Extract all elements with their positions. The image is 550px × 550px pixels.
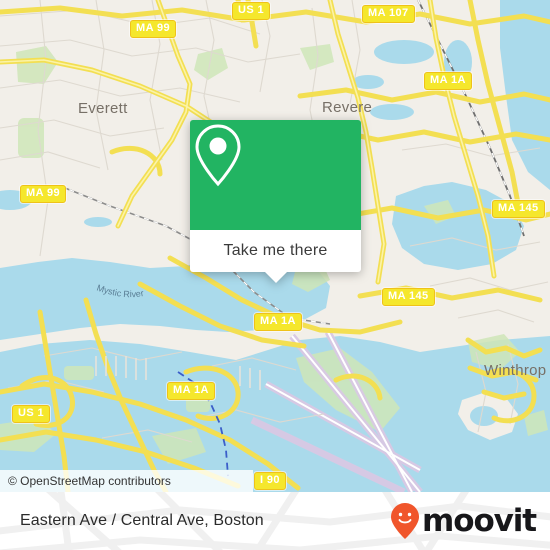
road-shield-ma-1a-central[interactable]: MA 1A <box>254 313 302 331</box>
road-shield-ma-1a-south[interactable]: MA 1A <box>167 382 215 400</box>
road-shield-us-1-south[interactable]: US 1 <box>12 405 51 423</box>
city-label-everett: Everett <box>78 100 128 117</box>
footer-bar: Eastern Ave / Central Ave, Boston moovit <box>0 492 550 550</box>
callout-tail <box>264 272 287 283</box>
road-shield-ma-99-west[interactable]: MA 99 <box>20 185 66 203</box>
road-shield-ma-145-east[interactable]: MA 145 <box>492 200 545 218</box>
station-title: Eastern Ave / Central Ave, Boston <box>20 492 264 550</box>
road-shield-ma-107[interactable]: MA 107 <box>362 5 415 23</box>
osm-attribution[interactable]: © OpenStreetMap contributors <box>0 470 253 492</box>
road-shield-i-90[interactable]: I 90 <box>254 472 286 490</box>
callout-pin-panel <box>190 120 361 230</box>
station-title-text: Eastern Ave / Central Ave, Boston <box>20 512 264 529</box>
map-pin-icon <box>195 124 241 187</box>
moovit-wordmark: moovit <box>422 503 537 539</box>
road-shield-ma-99-north[interactable]: MA 99 <box>130 20 176 38</box>
moovit-smiley-pin-icon <box>391 503 420 539</box>
road-shield-us-1-north[interactable]: US 1 <box>232 2 271 20</box>
callout-action-panel[interactable]: Take me there <box>190 230 361 272</box>
moovit-logo[interactable]: moovit <box>390 492 537 550</box>
map-canvas[interactable]: Everett Revere Winthrop Mystic River US … <box>0 0 550 492</box>
road-shield-ma-1a-north[interactable]: MA 1A <box>424 72 472 90</box>
take-me-there-label: Take me there <box>223 242 328 259</box>
city-label-winthrop: Winthrop <box>484 362 546 379</box>
moovit-station-map-card: Everett Revere Winthrop Mystic River US … <box>0 0 550 550</box>
osm-attribution-text: © OpenStreetMap contributors <box>8 474 171 488</box>
city-label-revere: Revere <box>322 99 372 116</box>
station-callout[interactable]: Take me there <box>190 120 361 283</box>
road-shield-ma-145-south[interactable]: MA 145 <box>382 288 435 306</box>
